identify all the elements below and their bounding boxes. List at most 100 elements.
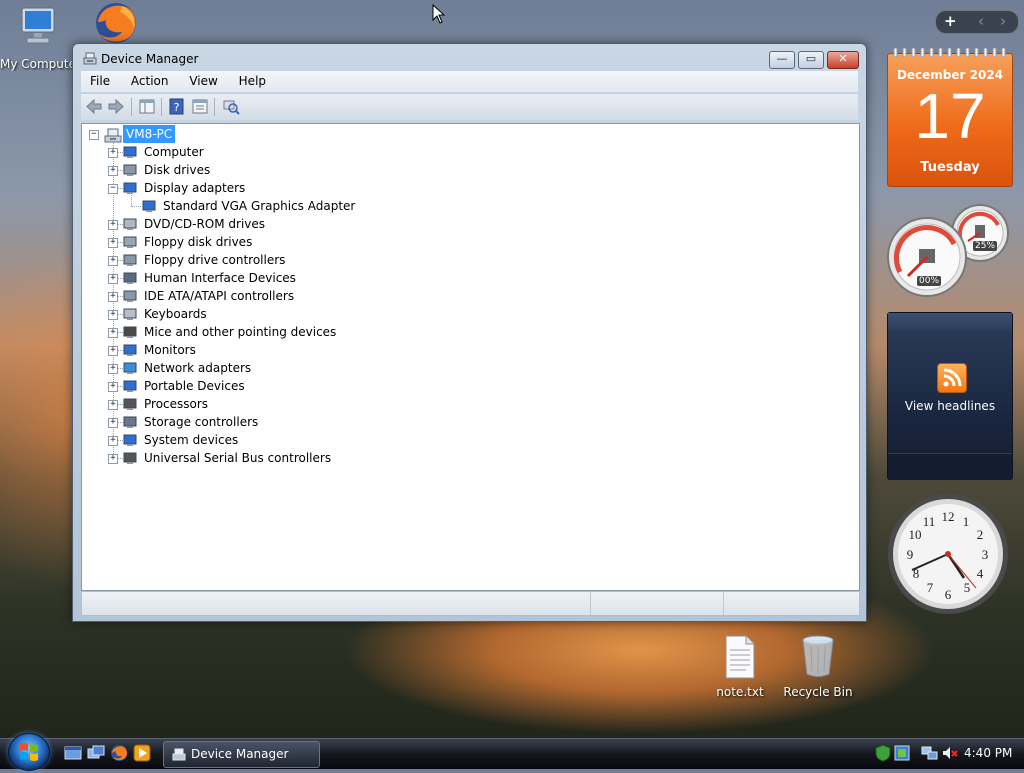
desktop-icon-note-txt[interactable]: note.txt bbox=[700, 634, 780, 699]
collapse-toggle[interactable]: − bbox=[108, 184, 118, 194]
expand-toggle[interactable]: + bbox=[108, 256, 118, 266]
tree-category-label[interactable]: Monitors bbox=[144, 341, 196, 359]
expand-toggle[interactable]: + bbox=[108, 148, 118, 158]
tree-category-label[interactable]: Floppy drive controllers bbox=[144, 251, 285, 269]
media-player-quicklaunch-icon[interactable] bbox=[133, 744, 151, 762]
calendar-weekday: Tuesday bbox=[920, 160, 980, 175]
windows-logo-icon bbox=[20, 743, 38, 761]
device-tree[interactable]: − VM8-PC + Computer + Disk drives − Display a… bbox=[81, 123, 860, 591]
tree-category-label[interactable]: Portable Devices bbox=[144, 377, 245, 395]
svg-text:1: 1 bbox=[963, 514, 970, 529]
minimize-button[interactable]: — bbox=[769, 51, 795, 69]
tree-device-label[interactable]: Standard VGA Graphics Adapter bbox=[163, 197, 355, 215]
close-button[interactable]: ✕ bbox=[827, 51, 859, 69]
view-headlines-link[interactable]: View headlines bbox=[888, 399, 1012, 413]
window-titlebar[interactable]: Device Manager — ▭ ✕ bbox=[73, 44, 866, 70]
next-gadget-button[interactable]: › bbox=[1000, 12, 1006, 30]
tree-category-label[interactable]: System devices bbox=[144, 431, 238, 449]
switch-windows-icon[interactable] bbox=[87, 745, 105, 761]
tree-category-label[interactable]: Storage controllers bbox=[144, 413, 258, 431]
volume-muted-tray-icon[interactable] bbox=[941, 744, 959, 762]
svg-text:11: 11 bbox=[923, 514, 936, 529]
expand-toggle[interactable]: + bbox=[108, 382, 118, 392]
desktop-icon-my-computer[interactable]: My Compute bbox=[0, 4, 78, 71]
help-icon[interactable]: ? bbox=[168, 98, 186, 115]
expand-toggle[interactable]: + bbox=[108, 274, 118, 284]
device-category-icon bbox=[123, 308, 137, 320]
previous-gadget-button[interactable]: ‹ bbox=[978, 12, 984, 30]
show-hide-console-tree-icon[interactable] bbox=[138, 98, 156, 115]
expand-toggle[interactable]: + bbox=[108, 436, 118, 446]
device-category-icon bbox=[123, 380, 137, 392]
collapse-toggle[interactable]: − bbox=[89, 130, 99, 140]
tree-category-label[interactable]: Processors bbox=[144, 395, 208, 413]
tree-category-label[interactable]: Display adapters bbox=[144, 179, 245, 197]
device-category-icon bbox=[123, 236, 137, 248]
menu-view[interactable]: View bbox=[180, 71, 225, 88]
expand-toggle[interactable]: + bbox=[108, 400, 118, 410]
expand-toggle[interactable]: + bbox=[108, 238, 118, 248]
tree-category-label[interactable]: Human Interface Devices bbox=[144, 269, 296, 287]
desktop-icon-recycle-bin[interactable]: Recycle Bin bbox=[778, 632, 858, 699]
expand-toggle[interactable]: + bbox=[108, 418, 118, 428]
tree-category-label[interactable]: DVD/CD-ROM drives bbox=[144, 215, 265, 233]
expand-toggle[interactable]: + bbox=[108, 310, 118, 320]
expand-toggle[interactable]: + bbox=[108, 454, 118, 464]
device-category-icon bbox=[123, 254, 137, 266]
desktop-icon-label: note.txt bbox=[716, 685, 764, 699]
device-manager-icon bbox=[172, 748, 186, 761]
back-arrow-icon[interactable] bbox=[85, 98, 103, 115]
tree-category-label[interactable]: Keyboards bbox=[144, 305, 207, 323]
expand-toggle[interactable]: + bbox=[108, 166, 118, 176]
tree-category-label[interactable]: Universal Serial Bus controllers bbox=[144, 449, 331, 467]
start-button[interactable] bbox=[8, 733, 50, 771]
svg-text:4: 4 bbox=[977, 566, 984, 581]
desktop-icon-label: My Compute bbox=[0, 57, 76, 71]
analog-clock-gadget[interactable]: 12 12 345 678 91011 bbox=[886, 492, 1010, 616]
menu-action[interactable]: Action bbox=[122, 71, 177, 88]
device-manager-icon bbox=[83, 52, 97, 65]
desktop-icon-firefox[interactable] bbox=[76, 0, 156, 49]
scan-hardware-changes-icon[interactable] bbox=[222, 98, 240, 115]
add-gadget-button[interactable]: + bbox=[944, 12, 957, 30]
expand-toggle[interactable]: + bbox=[108, 292, 118, 302]
tree-category-label[interactable]: Floppy disk drives bbox=[144, 233, 252, 251]
cpu-meter-gadget[interactable]: 00% 25% bbox=[884, 200, 1014, 300]
taskbar-clock[interactable]: 4:40 PM bbox=[964, 746, 1012, 760]
device-manager-window[interactable]: Device Manager — ▭ ✕ File Action View He… bbox=[72, 43, 867, 622]
expand-toggle[interactable]: + bbox=[108, 220, 118, 230]
tree-category-label[interactable]: Mice and other pointing devices bbox=[144, 323, 336, 341]
feed-headlines-gadget[interactable]: View headlines bbox=[887, 312, 1013, 480]
tree-category-label[interactable]: Disk drives bbox=[144, 161, 210, 179]
device-category-icon bbox=[123, 344, 137, 356]
taskbar-device-manager-button[interactable]: Device Manager bbox=[163, 741, 320, 768]
expand-toggle[interactable]: + bbox=[108, 346, 118, 356]
tree-category-label[interactable]: Network adapters bbox=[144, 359, 251, 377]
svg-text:3: 3 bbox=[982, 547, 989, 562]
svg-text:9: 9 bbox=[907, 547, 914, 562]
windows-defender-tray-icon[interactable] bbox=[874, 744, 892, 762]
expand-toggle[interactable]: + bbox=[108, 328, 118, 338]
calendar-gadget[interactable]: December 2024 17 Tuesday bbox=[887, 48, 1013, 187]
maximize-button[interactable]: ▭ bbox=[798, 51, 824, 69]
expand-toggle[interactable]: + bbox=[108, 364, 118, 374]
properties-icon[interactable] bbox=[191, 98, 209, 115]
security-center-tray-icon[interactable] bbox=[893, 744, 911, 762]
menu-help[interactable]: Help bbox=[230, 71, 274, 88]
tree-root-label[interactable]: VM8-PC bbox=[123, 125, 176, 143]
menu-file[interactable]: File bbox=[81, 71, 118, 88]
network-tray-icon[interactable] bbox=[921, 744, 939, 762]
device-category-icon bbox=[123, 146, 137, 158]
calendar-day: 17 bbox=[914, 80, 986, 152]
tree-category-label[interactable]: IDE ATA/ATAPI controllers bbox=[144, 287, 294, 305]
device-category-icon bbox=[123, 272, 137, 284]
device-category-icon bbox=[123, 290, 137, 302]
mouse-cursor-icon bbox=[432, 4, 446, 24]
firefox-quicklaunch-icon[interactable] bbox=[110, 744, 128, 762]
tree-connector bbox=[131, 206, 141, 207]
show-desktop-icon[interactable] bbox=[64, 745, 82, 761]
svg-text:7: 7 bbox=[927, 580, 934, 595]
forward-arrow-icon[interactable] bbox=[107, 98, 125, 115]
tree-category-label[interactable]: Computer bbox=[144, 143, 204, 161]
firefox-icon bbox=[96, 3, 136, 43]
